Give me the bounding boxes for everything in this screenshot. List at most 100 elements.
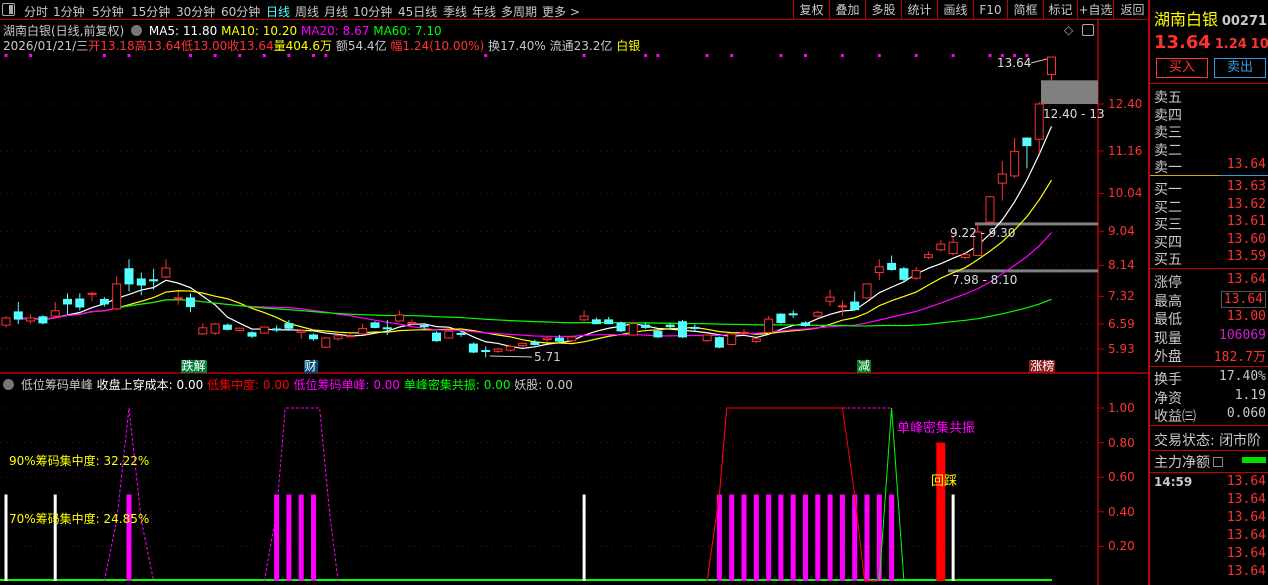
toolbar-button[interactable]: 复权	[793, 0, 829, 20]
signal-dot	[238, 54, 242, 57]
signal-dot	[988, 54, 992, 57]
candle-down	[887, 255, 897, 271]
candle-body	[370, 322, 380, 328]
tick-price: 13.64	[1226, 510, 1266, 525]
price-chart[interactable]: 12.40 - 13 9.22 - 9.30 7.98 - 8.10 5.71 13.6…	[0, 0, 1148, 585]
candle-body	[567, 336, 577, 342]
signal-dot	[730, 54, 734, 57]
quote-label: 卖二	[1154, 142, 1182, 157]
quote-value: 0.060	[1226, 406, 1266, 421]
toolbar-button[interactable]: F10	[973, 0, 1007, 20]
toolbar-button[interactable]: 叠加	[829, 0, 865, 20]
event-tag[interactable]: 涨榜	[1029, 360, 1056, 373]
candle-up	[444, 329, 454, 339]
candle-up	[161, 259, 171, 279]
candle-up	[751, 338, 761, 344]
period-tab[interactable]: 60分钟	[221, 3, 260, 20]
candle-down	[284, 319, 294, 330]
tick-row: 13.64	[1154, 564, 1268, 581]
candle-body	[997, 173, 1007, 184]
toolbar-button[interactable]: +自选	[1077, 0, 1113, 20]
signal-dot	[102, 54, 106, 57]
period-tab[interactable]: 年线	[472, 3, 496, 20]
period-tab[interactable]: 1分钟	[53, 3, 85, 20]
period-tab[interactable]: 月线	[324, 3, 348, 20]
period-tab[interactable]: 15分钟	[131, 3, 170, 20]
candle-body	[1, 317, 11, 326]
candle-body	[764, 318, 774, 333]
candle-body	[505, 345, 515, 351]
quote-value: 17.40%	[1219, 369, 1266, 384]
magenta-bar	[889, 494, 895, 581]
quote-row: 外盘 182.7万	[1154, 346, 1268, 363]
quote-value: 182.7万	[1213, 350, 1266, 363]
resistance-zone	[1041, 80, 1098, 104]
layout-toggle-icon[interactable]	[2, 3, 15, 16]
candle-body	[87, 292, 97, 295]
period-tab[interactable]: 季线	[443, 3, 467, 20]
period-tab[interactable]: 45日线	[398, 3, 437, 20]
signal-dot	[324, 54, 328, 57]
divider	[1220, 175, 1268, 176]
candle-up	[874, 259, 884, 281]
event-tag[interactable]: 跌解	[180, 360, 207, 373]
magenta-bar	[766, 494, 772, 581]
candle-down	[850, 291, 860, 311]
candle-body	[259, 326, 269, 334]
candle-body	[813, 311, 823, 317]
signal-dot	[877, 54, 881, 57]
candle-down	[653, 329, 663, 339]
divider	[1150, 175, 1220, 176]
quote-row: 涨停 13.64	[1154, 272, 1268, 289]
candle-body	[924, 254, 933, 258]
quote-label: 卖五	[1154, 90, 1182, 104]
signal-dot	[287, 54, 291, 57]
dropdown-icon[interactable]	[3, 379, 14, 390]
toolbar-button[interactable]: 多股	[865, 0, 901, 20]
quote-label: 收益㈢	[1154, 409, 1196, 423]
candle-body	[1022, 137, 1032, 147]
toolbar-button[interactable]: 简框	[1007, 0, 1043, 20]
event-tag[interactable]: 减	[857, 360, 872, 373]
candle-down	[272, 325, 282, 332]
period-tab[interactable]: 周线	[295, 3, 319, 20]
period-tab[interactable]: 更多 >	[542, 3, 580, 20]
event-tag[interactable]: 财	[303, 360, 318, 373]
stock-name: 湖南白银	[1154, 10, 1219, 29]
period-tab[interactable]: 分时	[24, 3, 48, 20]
signal-dot	[127, 54, 131, 57]
candle-body	[99, 298, 109, 305]
candle-body	[50, 310, 60, 317]
candle-body	[542, 337, 552, 341]
period-tab[interactable]: 5分钟	[92, 3, 124, 20]
period-tab[interactable]: 30分钟	[176, 3, 215, 20]
sell-button[interactable]: 卖出	[1214, 58, 1266, 78]
buy-button[interactable]: 买入	[1156, 58, 1208, 78]
diamond-icon[interactable]: ◇	[1064, 23, 1073, 37]
candle-down	[678, 319, 687, 339]
stock-name-row: 湖南白银 002716	[1154, 6, 1268, 30]
zone-label: 9.22 - 9.30	[950, 226, 1015, 240]
trade-status: 交易状态: 闭市阶	[1154, 433, 1262, 447]
toolbar-button[interactable]: 标记	[1043, 0, 1077, 20]
panel-toggle-icon[interactable]	[1082, 24, 1094, 36]
period-tab[interactable]: 多周期	[501, 3, 537, 20]
candle-down	[1022, 137, 1032, 169]
quote-label: 卖三	[1154, 125, 1182, 139]
list-icon[interactable]	[1213, 457, 1223, 467]
period-tab[interactable]: 10分钟	[353, 3, 392, 20]
period-tab[interactable]: 日线	[266, 3, 290, 20]
candle-body	[468, 343, 478, 353]
indicator-tick-label: 0.40	[1108, 504, 1135, 519]
toolbar-button[interactable]: 画线	[937, 0, 973, 20]
legend-monster: 妖股: 0.00	[514, 378, 573, 392]
toolbar-button[interactable]: 统计	[901, 0, 937, 20]
magenta-bar	[298, 494, 304, 581]
candle-body	[321, 337, 331, 348]
candle-body	[210, 323, 220, 334]
dropdown-icon[interactable]	[131, 25, 143, 36]
y-tick-label: 5.93	[1108, 342, 1135, 357]
quote-row: 买一 13.63	[1154, 179, 1268, 196]
toolbar-button[interactable]: 返回	[1113, 0, 1151, 20]
chart-title: 湖南白银(日线,前复权)	[3, 24, 125, 38]
